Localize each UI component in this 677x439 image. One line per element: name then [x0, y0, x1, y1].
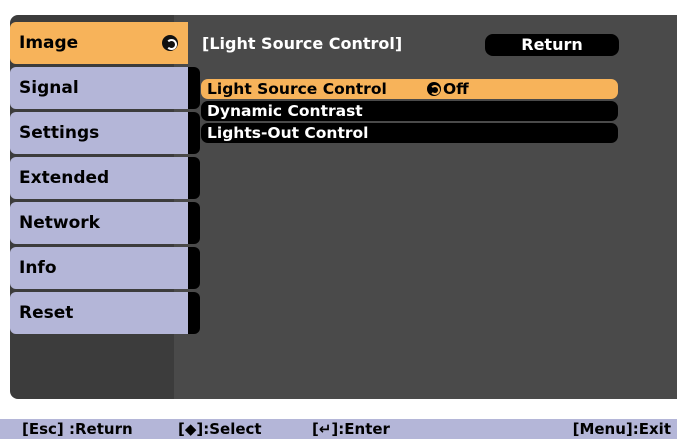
sidebar-item-network[interactable]: Network — [10, 202, 200, 244]
sidebar-item-signal[interactable]: Signal — [10, 67, 200, 109]
option-lights-out-control[interactable]: Lights-Out Control — [201, 123, 618, 143]
option-light-source-control[interactable]: Light Source Control Off — [201, 79, 618, 99]
option-label: Light Source Control — [207, 80, 387, 98]
sidebar-item-label: Network — [19, 213, 100, 233]
sidebar: Image Signal Settings Extended Network I… — [10, 22, 200, 337]
sidebar-item-settings[interactable]: Settings — [10, 112, 200, 154]
option-list: Light Source Control Off Dynamic Contras… — [201, 79, 618, 145]
sidebar-item-label: Settings — [19, 123, 100, 143]
sidebar-item-reset[interactable]: Reset — [10, 292, 200, 334]
page-title: [Light Source Control] — [202, 34, 403, 53]
option-value: Off — [427, 79, 469, 99]
sidebar-item-label: Image — [19, 33, 79, 53]
enter-icon — [427, 82, 441, 96]
sidebar-item-info[interactable]: Info — [10, 247, 200, 289]
footer-select-hint: [◆]:Select — [178, 420, 262, 438]
sidebar-item-label: Reset — [19, 303, 74, 323]
footer-enter-hint: [↵]:Enter — [312, 420, 390, 438]
sidebar-item-extended[interactable]: Extended — [10, 157, 200, 199]
help-footer: [Esc] :Return [◆]:Select [↵]:Enter [Menu… — [0, 419, 677, 439]
sidebar-item-label: Signal — [19, 78, 79, 98]
sidebar-item-image[interactable]: Image — [10, 22, 188, 64]
submenu-panel: [Light Source Control] Return Light Sour… — [188, 22, 677, 394]
sidebar-item-label: Extended — [19, 168, 110, 188]
footer-menu-hint: [Menu]:Exit — [572, 420, 671, 438]
option-label: Lights-Out Control — [207, 124, 369, 142]
enter-icon — [162, 35, 178, 51]
sidebar-item-label: Info — [19, 258, 57, 278]
option-dynamic-contrast[interactable]: Dynamic Contrast — [201, 101, 618, 121]
return-button[interactable]: Return — [485, 34, 619, 56]
option-value-text: Off — [443, 80, 469, 98]
footer-esc-hint: [Esc] :Return — [22, 420, 133, 438]
option-label: Dynamic Contrast — [207, 102, 363, 120]
